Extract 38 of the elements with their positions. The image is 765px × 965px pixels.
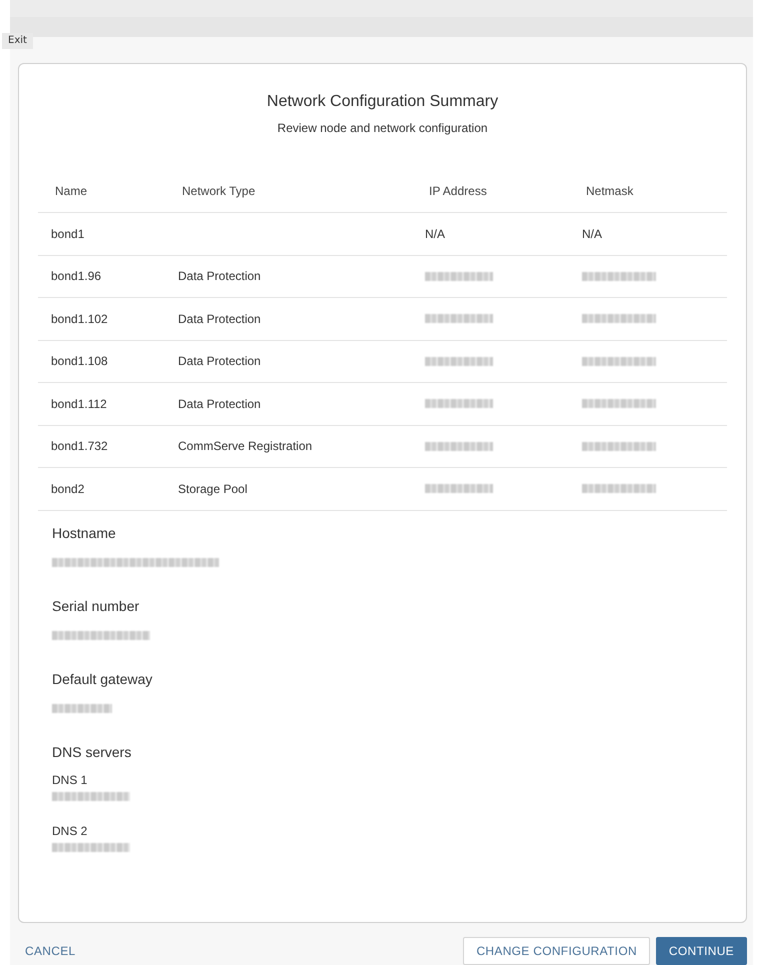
table-cell: Data Protection [178,354,261,368]
dialog-subtitle: Review node and network configuration [276,120,489,136]
table-cell: bond2 [51,482,84,496]
table-cell: Data Protection [178,396,261,411]
table-cell: bond1.108 [51,354,108,368]
section-label: DNS servers [52,742,132,760]
blurred-value [425,314,493,324]
dialog-title: Network Configuration Summary [266,92,500,112]
column-header: IP Address [428,184,487,198]
blurred-value [425,272,493,281]
table-cell: CommServe Registration [178,439,312,454]
table-cell: bond1.96 [51,269,102,284]
continue-button[interactable]: CONTINUE [656,937,747,965]
table-cell: bond1.102 [51,312,108,326]
change-configuration-button[interactable]: CHANGE CONFIGURATION [463,937,650,965]
table-cell: bond1 [51,226,84,241]
column-header: Netmask [585,184,634,198]
blurred-value [425,399,493,408]
table-cell: Data Protection [178,312,261,326]
table-cell: N/A [582,226,602,241]
exit-button[interactable]: Exit [2,33,33,49]
table-cell: N/A [425,226,446,241]
field-label: Default gateway [52,670,152,688]
field-label: DNS 1 [52,772,88,788]
table-cell: bond1.732 [51,439,108,454]
blurred-value [425,442,493,451]
blurred-value [425,356,493,366]
column-header: Name [54,184,88,198]
blurred-value [52,704,112,713]
field-label: Hostname [52,524,116,542]
column-header: Network Type [181,184,256,198]
table-cell: bond1.112 [51,396,107,411]
field-label: Serial number [52,596,140,614]
table-cell: Data Protection [178,269,261,284]
cancel-button[interactable]: CANCEL [18,937,82,965]
field-label: DNS 2 [52,822,88,838]
table-cell: Storage Pool [178,482,248,496]
blurred-value [425,484,493,494]
